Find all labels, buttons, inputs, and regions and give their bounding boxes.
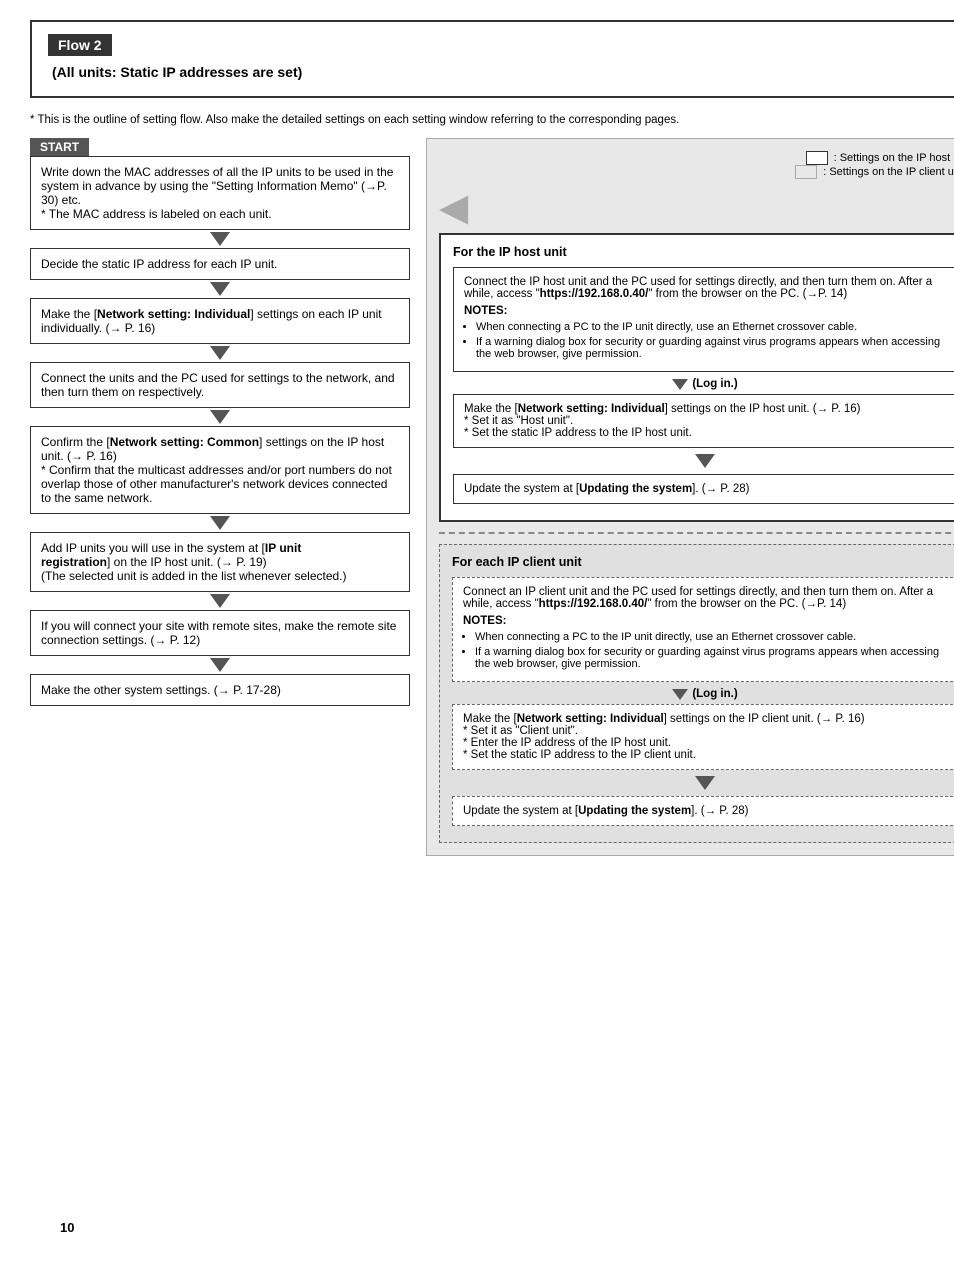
left-column: START Write down the MAC addresses of al… — [30, 138, 410, 856]
flow-box-3: Make the [Network setting: Individual] s… — [30, 298, 410, 344]
host-login-label: (Log in.) — [692, 378, 737, 390]
flow-subtitle: (All units: Static IP addresses are set) — [52, 64, 954, 80]
arrow-4 — [210, 410, 230, 424]
client-box-3-text: Update the system at [Updating the syste… — [463, 805, 748, 817]
flow-box-8-text: Make the other system settings. (→ P. 17… — [41, 683, 281, 697]
flow-box-5: Confirm the [Network setting: Common] se… — [30, 426, 410, 514]
flow-box-5-text: Confirm the [Network setting: Common] se… — [41, 435, 392, 505]
client-box-2-text: Make the [Network setting: Individual] s… — [463, 713, 865, 761]
big-left-arrow-icon: ◀ — [439, 189, 468, 227]
outline-note: * This is the outline of setting flow. A… — [30, 114, 954, 126]
client-login-arrow-icon — [672, 689, 688, 700]
client-box-3: Update the system at [Updating the syste… — [452, 796, 954, 826]
arrow-3 — [210, 346, 230, 360]
host-section: For the IP host unit Connect the IP host… — [439, 233, 954, 522]
host-arrow-down — [695, 454, 715, 468]
arrow-1 — [210, 232, 230, 246]
client-box-1-text: Connect an IP client unit and the PC use… — [463, 586, 933, 610]
client-login-arrow: (Log in.) — [452, 688, 954, 700]
legend-box-dark — [806, 151, 828, 165]
flow-header: Flow 2 (All units: Static IP addresses a… — [30, 20, 954, 98]
host-box-3-text: Update the system at [Updating the syste… — [464, 483, 749, 495]
flow-box-6-text: Add IP units you will use in the system … — [41, 541, 347, 583]
arrow-2 — [210, 282, 230, 296]
client-section: For each IP client unit Connect an IP cl… — [439, 544, 954, 843]
client-section-title: For each IP client unit — [452, 555, 954, 569]
client-note-2: If a warning dialog box for security or … — [475, 646, 947, 670]
right-column: : Settings on the IP host unit : Setting… — [426, 138, 954, 856]
client-box-1: Connect an IP client unit and the PC use… — [452, 577, 954, 682]
client-note-1: When connecting a PC to the IP unit dire… — [475, 631, 947, 643]
host-section-title: For the IP host unit — [453, 245, 954, 259]
main-content: START Write down the MAC addresses of al… — [30, 138, 954, 856]
arrow-6 — [210, 594, 230, 608]
legend-box-light — [795, 165, 817, 179]
client-box-2: Make the [Network setting: Individual] s… — [452, 704, 954, 770]
legend-client: : Settings on the IP client units — [795, 165, 954, 179]
flow-box-7: If you will connect your site with remot… — [30, 610, 410, 656]
client-notes-list: When connecting a PC to the IP unit dire… — [475, 631, 947, 670]
client-notes-label: NOTES: — [463, 615, 506, 627]
host-login-arrow: (Log in.) — [453, 378, 954, 390]
host-note-2: If a warning dialog box for security or … — [476, 336, 946, 360]
host-box-2-text: Make the [Network setting: Individual] s… — [464, 403, 861, 439]
host-notes-label: NOTES: — [464, 305, 507, 317]
flow-box-2: Decide the static IP address for each IP… — [30, 248, 410, 280]
flow-box-1: Write down the MAC addresses of all the … — [30, 156, 410, 230]
host-box-3: Update the system at [Updating the syste… — [453, 474, 954, 504]
host-login-arrow-icon — [672, 379, 688, 390]
flow-box-3-text: Make the [Network setting: Individual] s… — [41, 307, 382, 335]
flow-box-4: Connect the units and the PC used for se… — [30, 362, 410, 408]
big-arrow-container: ◀ — [439, 189, 954, 227]
section-divider — [439, 532, 954, 534]
flow-box-2-text: Decide the static IP address for each IP… — [41, 257, 277, 271]
legend-client-label: : Settings on the IP client units — [823, 166, 954, 178]
flow-box-1-text: Write down the MAC addresses of all the … — [41, 165, 393, 221]
flow-title: Flow 2 — [48, 34, 112, 56]
legend: : Settings on the IP host unit : Setting… — [439, 151, 954, 179]
client-arrow-down — [695, 776, 715, 790]
flow-box-4-text: Connect the units and the PC used for se… — [41, 371, 395, 399]
flow-box-8: Make the other system settings. (→ P. 17… — [30, 674, 410, 706]
page-number: 10 — [60, 1220, 74, 1235]
client-login-label: (Log in.) — [692, 688, 737, 700]
host-notes-list: When connecting a PC to the IP unit dire… — [476, 321, 946, 360]
arrow-5 — [210, 516, 230, 530]
host-box-2: Make the [Network setting: Individual] s… — [453, 394, 954, 448]
flow-box-7-text: If you will connect your site with remot… — [41, 619, 396, 647]
arrow-7 — [210, 658, 230, 672]
start-label: START — [30, 138, 89, 156]
legend-host: : Settings on the IP host unit — [806, 151, 954, 165]
flow-box-6: Add IP units you will use in the system … — [30, 532, 410, 592]
host-note-1: When connecting a PC to the IP unit dire… — [476, 321, 946, 333]
host-box-1-text: Connect the IP host unit and the PC used… — [464, 276, 932, 300]
host-box-1: Connect the IP host unit and the PC used… — [453, 267, 954, 372]
legend-host-label: : Settings on the IP host unit — [834, 152, 954, 164]
